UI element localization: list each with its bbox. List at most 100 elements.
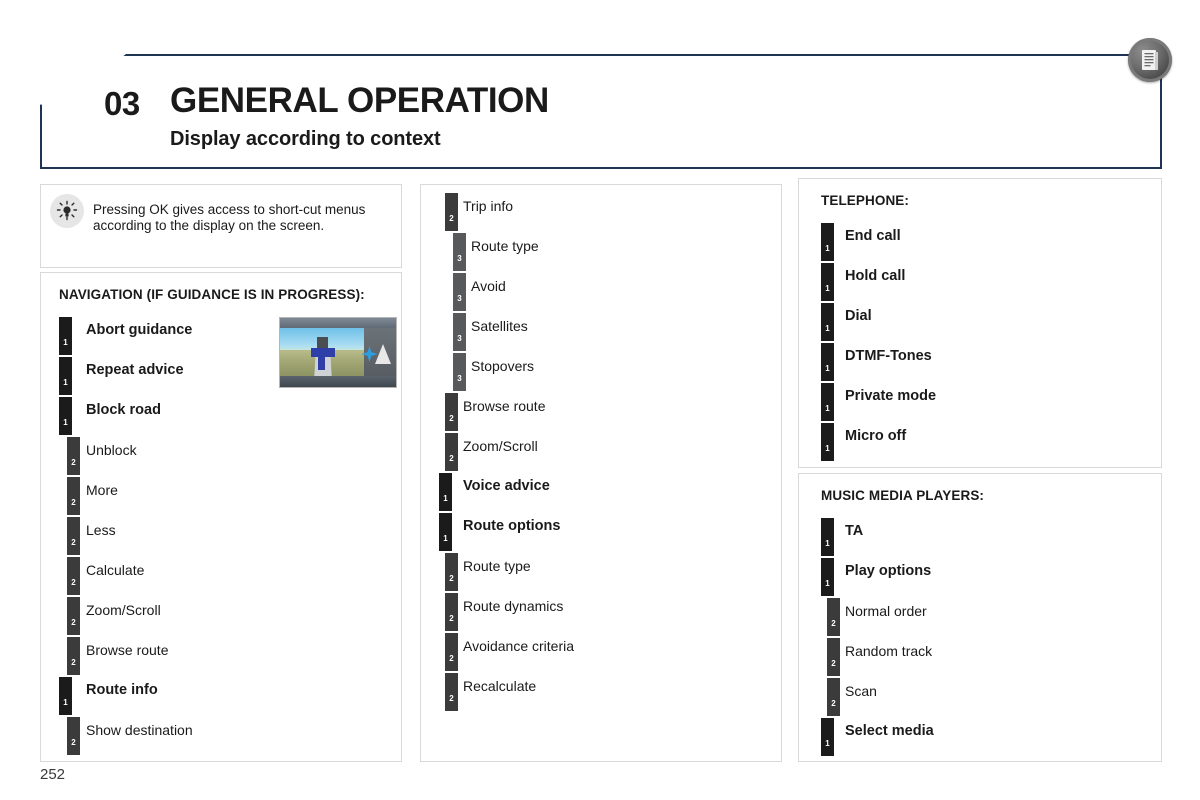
tip-text: Pressing OK gives access to short-cut me… [93,202,366,233]
menu-item-navigation[interactable]: 2 Unblock [41,437,401,477]
menu-level-marker: 2 [67,637,80,675]
menu-level-number: 1 [825,284,830,293]
menu-item-middle[interactable]: 2 Route dynamics [421,593,781,633]
menu-item-navigation[interactable]: 2 Calculate [41,557,401,597]
menu-item-label: Less [86,522,116,538]
menu-item-telephone[interactable]: 1 Dial [799,303,1161,343]
menu-level-marker: 1 [59,317,72,355]
menu-level-number: 1 [825,364,830,373]
menu-item-label: Route options [463,518,561,534]
menu-level-marker: 1 [821,718,834,756]
menu-item-telephone[interactable]: 1 DTMF-Tones [799,343,1161,383]
menu-item-media[interactable]: 1 TA [799,518,1161,558]
menu-level-number: 3 [457,374,462,383]
menu-item-middle[interactable]: 3 Stopovers [421,353,781,393]
menu-item-middle[interactable]: 3 Avoid [421,273,781,313]
menu-level-marker: 3 [453,313,466,351]
menu-item-navigation[interactable]: 1 Route info [41,677,401,717]
menu-item-telephone[interactable]: 1 End call [799,223,1161,263]
tip-box: Pressing OK gives access to short-cut me… [40,184,402,268]
menu-item-middle[interactable]: 3 Route type [421,233,781,273]
menu-item-label: Calculate [86,562,145,578]
menu-item-navigation[interactable]: 2 Less [41,517,401,557]
menu-level-number: 1 [63,698,68,707]
menu-item-navigation[interactable]: 2 Zoom/Scroll [41,597,401,637]
menu-item-telephone[interactable]: 1 Private mode [799,383,1161,423]
menu-level-marker: 2 [445,673,458,711]
menu-level-number: 2 [831,659,836,668]
menu-level-number: 1 [443,494,448,503]
music-media-players-heading: MUSIC MEDIA PLAYERS: [821,488,985,503]
menu-item-label: Unblock [86,442,137,458]
middle-menu-list: 2 Trip info 3 Route type 3 Avoid 3 Satellites 3 S… [421,193,781,713]
telephone-panel: TELEPHONE: 1 End call 1 Hold call 1 Dial 1 DTMF… [798,178,1162,468]
menu-level-number: 3 [457,254,462,263]
menu-level-marker: 2 [67,517,80,555]
menu-item-navigation[interactable]: 2 More [41,477,401,517]
menu-item-navigation[interactable]: 2 Browse route [41,637,401,677]
menu-level-number: 3 [457,294,462,303]
menu-item-middle[interactable]: 2 Avoidance criteria [421,633,781,673]
menu-item-navigation[interactable]: 1 Block road [41,397,401,437]
menu-item-telephone[interactable]: 1 Hold call [799,263,1161,303]
menu-item-middle[interactable]: 2 Zoom/Scroll [421,433,781,473]
menu-item-middle[interactable]: 2 Route type [421,553,781,593]
menu-level-marker: 1 [59,677,72,715]
menu-item-label: Browse route [86,642,169,658]
menu-item-middle[interactable]: 2 Trip info [421,193,781,233]
menu-item-middle[interactable]: 1 Route options [421,513,781,553]
menu-level-marker: 2 [445,633,458,671]
menu-level-number: 1 [825,404,830,413]
menu-item-middle[interactable]: 2 Recalculate [421,673,781,713]
menu-item-middle[interactable]: 1 Voice advice [421,473,781,513]
page-number: 252 [40,766,66,783]
menu-item-label: Stopovers [471,358,535,374]
menu-item-label: Satellites [471,318,528,334]
menu-item-label: Avoidance criteria [463,638,575,654]
menu-level-marker: 1 [821,423,834,461]
menu-level-number: 2 [449,574,454,583]
music-media-players-menu-list: 1 TA 1 Play options 2 Normal order 2 Random tra… [799,518,1161,758]
menu-item-label: Avoid [471,278,506,294]
menu-item-label: Route type [463,558,531,574]
menu-item-middle[interactable]: 2 Browse route [421,393,781,433]
menu-level-marker: 1 [821,343,834,381]
menu-level-number: 1 [825,539,830,548]
menu-level-marker: 2 [827,638,840,676]
menu-item-navigation[interactable]: 1 Abort guidance [41,317,401,357]
menu-item-label: TA [845,523,864,539]
chapter-header-inner: 03 GENERAL OPERATION Display according t… [42,56,1160,167]
menu-item-telephone[interactable]: 1 Micro off [799,423,1161,463]
document-list-icon [1128,38,1172,82]
menu-item-media[interactable]: 2 Random track [799,638,1161,678]
menu-item-middle[interactable]: 3 Satellites [421,313,781,353]
menu-item-media[interactable]: 1 Play options [799,558,1161,598]
menu-item-label: End call [845,228,901,244]
menu-level-number: 2 [71,498,76,507]
menu-level-marker: 1 [821,558,834,596]
menu-item-media[interactable]: 1 Select media [799,718,1161,758]
menu-level-number: 2 [449,214,454,223]
menu-level-marker: 2 [445,553,458,591]
menu-level-marker: 2 [445,393,458,431]
menu-item-label: Trip info [463,198,514,214]
menu-level-number: 2 [449,654,454,663]
menu-item-label: Dial [845,308,872,324]
menu-item-label: Micro off [845,428,907,444]
menu-item-label: Zoom/Scroll [463,438,538,454]
menu-level-number: 1 [825,579,830,588]
menu-level-number: 2 [831,699,836,708]
menu-level-marker: 1 [821,223,834,261]
menu-item-label: More [86,482,118,498]
menu-level-number: 3 [457,334,462,343]
menu-level-marker: 3 [453,233,466,271]
menu-level-number: 2 [71,458,76,467]
menu-item-media[interactable]: 2 Normal order [799,598,1161,638]
menu-item-media[interactable]: 2 Scan [799,678,1161,718]
menu-item-navigation[interactable]: 1 Repeat advice [41,357,401,397]
menu-item-navigation[interactable]: 2 Show destination [41,717,401,757]
menu-level-marker: 1 [439,473,452,511]
menu-item-label: Play options [845,563,932,579]
chapter-header: 03 GENERAL OPERATION Display according t… [40,54,1162,169]
chapter-number: 03 [104,85,140,122]
